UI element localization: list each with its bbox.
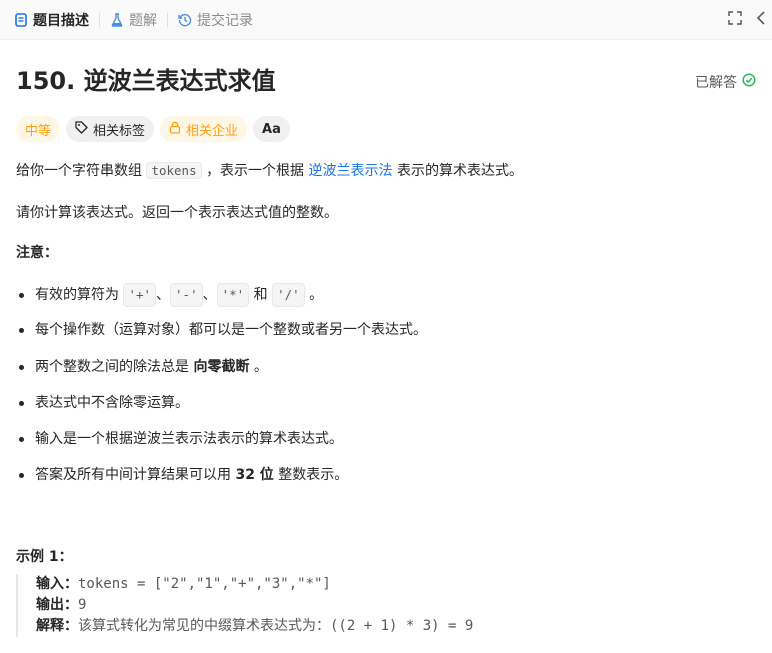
related-companies-label: 相关企业 (186, 123, 239, 139)
description-text: 表示的算术表达式。 (396, 163, 523, 179)
fullscreen-icon[interactable] (728, 11, 742, 29)
collapse-icon[interactable] (756, 11, 766, 29)
list-text-bold: 32 位 (235, 467, 274, 483)
list-text: 有效的算符为 (35, 287, 119, 303)
example-heading: 示例 1： (16, 549, 73, 565)
list-item: 每个操作数（运算对象）都可以是一个整数或者另一个表达式。 (16, 319, 427, 341)
example-explanation-label: 解释： (36, 618, 78, 634)
bullet (19, 472, 24, 478)
list-text: 每个操作数（运算对象）都可以是一个整数或者另一个表达式。 (35, 322, 427, 338)
example-input-label: 输入： (36, 576, 78, 592)
tab-solutions-label: 题解 (129, 12, 157, 29)
code-minus: '-' (170, 283, 203, 307)
translate-icon: Aa (262, 121, 281, 137)
related-tags-button[interactable]: 相关标签 (66, 116, 155, 142)
tab-submissions-label: 提交记录 (197, 12, 253, 29)
code-plus: '+' (123, 283, 157, 307)
list-text-bold: 向零截断 (193, 359, 250, 375)
tab-description-label: 题目描述 (33, 12, 89, 29)
translate-button[interactable]: Aa (253, 116, 290, 142)
difficulty-label: 中等 (25, 123, 52, 139)
note-heading: 注意： (16, 245, 58, 261)
code-divide: '/' (272, 283, 305, 307)
description-paragraph-2: 请你计算该表达式。返回一个表示表达式值的整数。 (16, 205, 338, 221)
example-input: 输入：tokens = ["2","1","+","3","*"] (36, 574, 756, 595)
list-item: 输入是一个根据逆波兰表示法表示的算术表达式。 (16, 428, 343, 450)
bullet (19, 364, 24, 370)
list-item: 表达式中不含除零运算。 (16, 392, 189, 414)
solved-status: 已解答 (695, 72, 756, 92)
list-text: 输入是一个根据逆波兰表示法表示的算术表达式。 (35, 431, 343, 447)
list-item: 答案及所有中间计算结果可以用 32 位 整数表示。 (16, 464, 348, 486)
example-input-value: tokens = ["2","1","+","3","*"] (78, 576, 331, 592)
tab-description[interactable]: 题目描述 (8, 0, 95, 40)
list-item: 两个整数之间的除法总是 向零截断 。 (16, 356, 268, 378)
flask-icon (110, 12, 124, 27)
code-multiply: '*' (216, 283, 250, 307)
title-row: 150. 逆波兰表达式求值 已解答 (16, 66, 756, 96)
list-text: 表达式中不含除零运算。 (35, 395, 189, 411)
panel-controls (728, 0, 766, 40)
history-icon (178, 13, 192, 27)
tab-submissions[interactable]: 提交记录 (172, 0, 259, 40)
bullet (19, 327, 24, 333)
tab-divider (99, 12, 100, 27)
bullet (19, 400, 24, 406)
related-tags-label: 相关标签 (93, 123, 146, 139)
example-explanation: 解释：该算式转化为常见的中缀算术表达式为：((2 + 1) * 3) = 9 (36, 616, 756, 637)
list-item: 有效的算符为 '+' 、 '-' 、 '*' 和 '/' 。 (16, 283, 323, 307)
difficulty-badge[interactable]: 中等 (16, 116, 61, 142)
tag-icon (75, 120, 88, 138)
example-explanation-value: 该算式转化为常见的中缀算术表达式为：((2 + 1) * 3) = 9 (78, 618, 474, 634)
example-output-label: 输出： (36, 597, 78, 613)
problem-title: 150. 逆波兰表达式求值 (16, 67, 276, 95)
list-text: 整数表示。 (278, 467, 349, 483)
description-icon (14, 12, 28, 27)
bullet (19, 292, 24, 298)
list-text: 和 (253, 287, 268, 303)
list-text: 答案及所有中间计算结果可以用 (35, 467, 231, 483)
description-text: ，表示一个根据 (206, 163, 305, 179)
code-tokens: tokens (146, 162, 202, 179)
tag-row: 中等 相关标签 相关企业 Aa (16, 116, 290, 142)
example-output-value: 9 (78, 597, 87, 613)
bullet (19, 436, 24, 442)
tab-bar: 题目描述 题解 提交记录 (0, 0, 772, 40)
list-text: 。 (253, 359, 268, 375)
rpn-link[interactable]: 逆波兰表示法 (309, 163, 393, 179)
solved-label: 已解答 (695, 75, 737, 91)
example-output: 输出：9 (36, 595, 756, 616)
list-text: 、 (156, 287, 171, 303)
tab-solutions[interactable]: 题解 (104, 0, 163, 40)
description-text: 给你一个字符串数组 (16, 163, 142, 179)
tab-divider (167, 12, 168, 27)
list-text: 、 (202, 287, 217, 303)
list-text: 两个整数之间的除法总是 (35, 359, 189, 375)
lock-icon (169, 121, 181, 138)
list-text: 。 (309, 287, 324, 303)
check-circle-icon (742, 73, 756, 91)
example-block: 输入：tokens = ["2","1","+","3","*"] 输出：9 解… (16, 574, 756, 637)
related-companies-button[interactable]: 相关企业 (160, 116, 248, 142)
description-paragraph-1: 给你一个字符串数组 tokens ，表示一个根据 逆波兰表示法 表示的算术表达式… (16, 160, 523, 182)
